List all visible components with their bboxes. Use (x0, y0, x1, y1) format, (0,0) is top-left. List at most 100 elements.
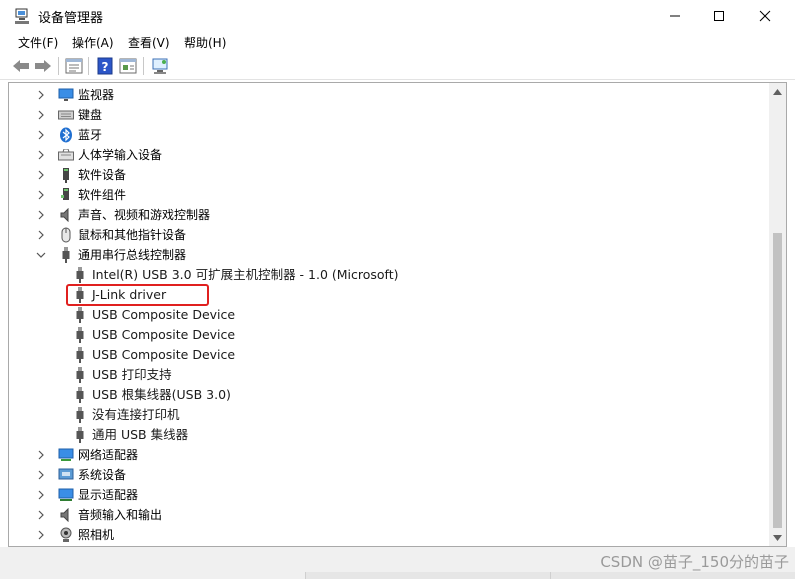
menu-file[interactable]: 文件(F) (16, 34, 60, 51)
tree-node-label: Intel(R) USB 3.0 可扩展主机控制器 - 1.0 (Microso… (92, 267, 399, 282)
tree-node-usb-device[interactable]: 没有连接打印机 (72, 405, 180, 425)
tree-node-display-adapters[interactable]: 显示适配器 (36, 485, 138, 505)
tree-node-bluetooth[interactable]: 蓝牙 (36, 125, 102, 145)
scrollbar-thumb[interactable] (773, 233, 782, 528)
forward-button[interactable] (33, 56, 53, 76)
tree-node-label: USB Composite Device (92, 347, 236, 362)
minimize-button[interactable] (652, 0, 698, 31)
chevron-right-icon[interactable] (36, 530, 46, 540)
scroll-up-icon (773, 88, 782, 95)
tree-node-software-components[interactable]: 软件组件 (36, 185, 126, 205)
device-manager-window: 设备管理器 文件(F) 操作(A) 查看(V) 帮助(H) ? 监视器 键盘 蓝… (0, 0, 795, 579)
scan-hardware-button[interactable] (150, 56, 170, 76)
usb-plug-icon (72, 307, 88, 323)
tree-node-label: USB 打印支持 (92, 367, 172, 382)
tree-node-label: 显示适配器 (78, 488, 139, 502)
tree-node-usb-device[interactable]: USB Composite Device (72, 305, 235, 325)
forward-arrow-icon (35, 60, 51, 72)
tree-node-label: USB Composite Device (92, 327, 236, 342)
tree-node-label: 通用 USB 集线器 (92, 427, 189, 442)
scroll-down-button[interactable] (769, 529, 786, 546)
chevron-right-icon[interactable] (36, 470, 46, 480)
chevron-down-icon[interactable] (36, 250, 46, 260)
window-title: 设备管理器 (38, 11, 104, 26)
help-button[interactable]: ? (95, 56, 115, 76)
system-device-icon (58, 467, 74, 483)
software-component-icon (58, 187, 74, 203)
tree-node-label: 音频输入和输出 (78, 508, 163, 522)
highlight-box (66, 284, 209, 306)
bluetooth-icon (58, 127, 74, 143)
tree-node-usb-device[interactable]: USB 打印支持 (72, 365, 172, 385)
update-driver-button[interactable] (118, 56, 138, 76)
toolbar: ? (0, 53, 795, 80)
tree-node-usb-device[interactable]: USB Composite Device (72, 345, 235, 365)
network-adapter-icon (58, 447, 74, 463)
scan-hardware-icon (152, 58, 168, 74)
tree-node-usb-device[interactable]: USB 根集线器(USB 3.0) (72, 385, 231, 405)
usb-plug-icon (72, 407, 88, 423)
usb-plug-icon (72, 327, 88, 343)
properties-icon (65, 58, 83, 74)
usb-plug-icon (72, 367, 88, 383)
chevron-right-icon[interactable] (36, 510, 46, 520)
svg-text:?: ? (102, 60, 109, 74)
watermark-text: CSDN @苗子_150分的苗子 (600, 553, 789, 571)
menu-help[interactable]: 帮助(H) (182, 34, 228, 51)
close-button[interactable] (742, 0, 788, 31)
menu-action[interactable]: 操作(A) (70, 34, 116, 51)
chevron-right-icon[interactable] (36, 190, 46, 200)
title-bar: 设备管理器 (0, 0, 795, 31)
tree-node-keyboards[interactable]: 键盘 (36, 105, 102, 125)
webcam-icon (58, 527, 74, 543)
chevron-right-icon[interactable] (36, 110, 46, 120)
tree-node-audio-io[interactable]: 音频输入和输出 (36, 505, 162, 525)
tree-node-mice[interactable]: 鼠标和其他指针设备 (36, 225, 186, 245)
back-button[interactable] (11, 56, 31, 76)
vertical-scrollbar[interactable] (769, 83, 786, 546)
tree-node-label: 没有连接打印机 (92, 407, 180, 422)
tree-node-sound-video-game[interactable]: 声音、视频和游戏控制器 (36, 205, 210, 225)
tree-node-label: 系统设备 (78, 468, 127, 482)
tree-node-hid[interactable]: 人体学输入设备 (36, 145, 162, 165)
tree-node-network-adapters[interactable]: 网络适配器 (36, 445, 138, 465)
chevron-right-icon[interactable] (36, 450, 46, 460)
tree-node-monitors[interactable]: 监视器 (36, 85, 114, 105)
tree-node-system-devices[interactable]: 系统设备 (36, 465, 126, 485)
properties-button[interactable] (64, 56, 84, 76)
chevron-right-icon[interactable] (36, 150, 46, 160)
device-tree-panel: 监视器 键盘 蓝牙 人体学输入设备 软件设备 软件组件 声音、视频和游戏控制器 … (8, 82, 787, 547)
toolbar-separator (143, 57, 144, 75)
tree-node-label: 人体学输入设备 (78, 148, 163, 162)
close-icon (759, 10, 771, 21)
scroll-up-button[interactable] (769, 83, 786, 100)
tree-node-cameras[interactable]: 照相机 (36, 525, 114, 545)
chevron-right-icon[interactable] (36, 90, 46, 100)
tree-node-usb-device[interactable]: Intel(R) USB 3.0 可扩展主机控制器 - 1.0 (Microso… (72, 265, 399, 285)
maximize-icon (714, 10, 724, 21)
tree-node-usb-device[interactable]: USB Composite Device (72, 325, 235, 345)
scroll-down-icon (773, 534, 782, 541)
tree-node-software-devices[interactable]: 软件设备 (36, 165, 126, 185)
tree-node-label: USB Composite Device (92, 307, 236, 322)
maximize-button[interactable] (696, 0, 742, 31)
tree-node-label: 照相机 (78, 528, 115, 542)
back-arrow-icon (13, 60, 29, 72)
speaker-icon (58, 507, 74, 523)
monitor-icon (58, 87, 74, 103)
display-adapter-icon (58, 487, 74, 503)
minimize-icon (670, 15, 680, 16)
speaker-icon (58, 207, 74, 223)
chevron-right-icon[interactable] (36, 130, 46, 140)
status-segment (305, 572, 551, 579)
chevron-right-icon[interactable] (36, 170, 46, 180)
chevron-right-icon[interactable] (36, 490, 46, 500)
tree-node-label: 网络适配器 (78, 448, 139, 462)
tree-node-usb-controllers[interactable]: 通用串行总线控制器 (36, 245, 186, 265)
chevron-right-icon[interactable] (36, 230, 46, 240)
usb-plug-icon (72, 387, 88, 403)
tree-node-usb-device[interactable]: 通用 USB 集线器 (72, 425, 188, 445)
update-driver-icon (119, 58, 137, 74)
menu-view[interactable]: 查看(V) (126, 34, 172, 51)
chevron-right-icon[interactable] (36, 210, 46, 220)
